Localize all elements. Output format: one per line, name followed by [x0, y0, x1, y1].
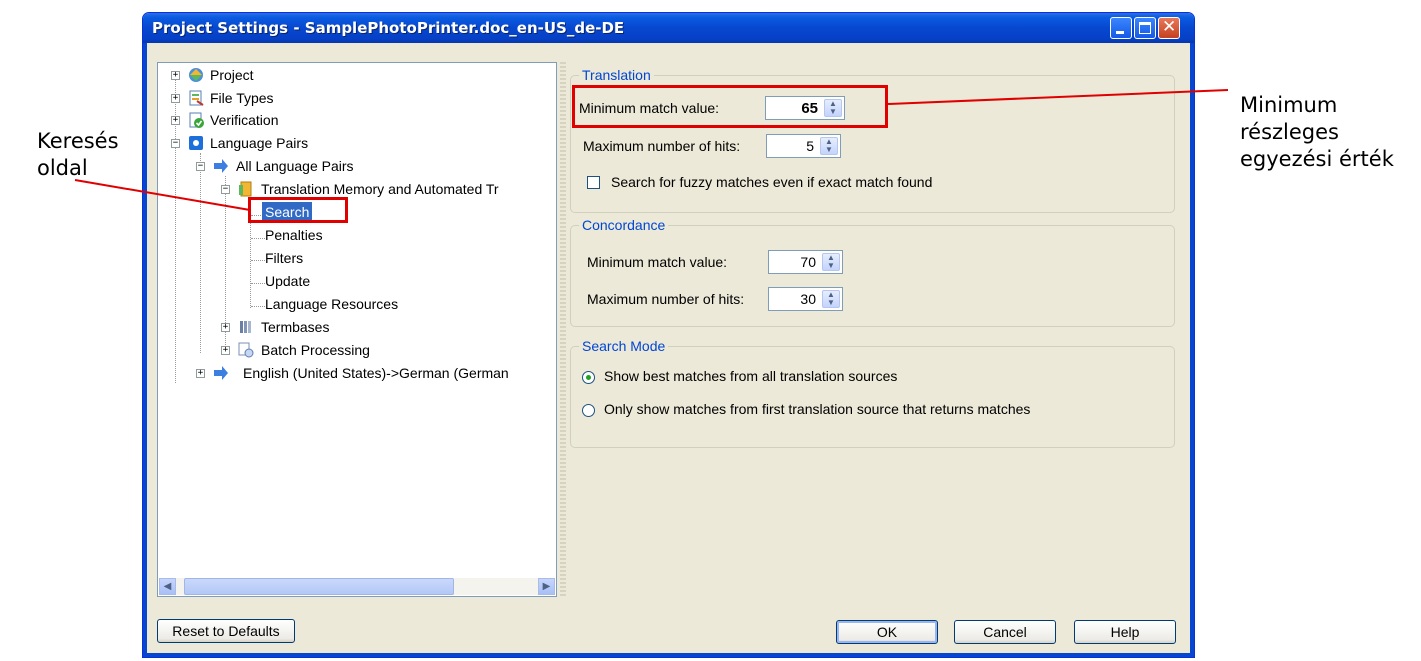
- connector-line-left: [74, 179, 251, 211]
- annotation-connectors: [74, 89, 1229, 211]
- connector-line-right: [887, 89, 1229, 105]
